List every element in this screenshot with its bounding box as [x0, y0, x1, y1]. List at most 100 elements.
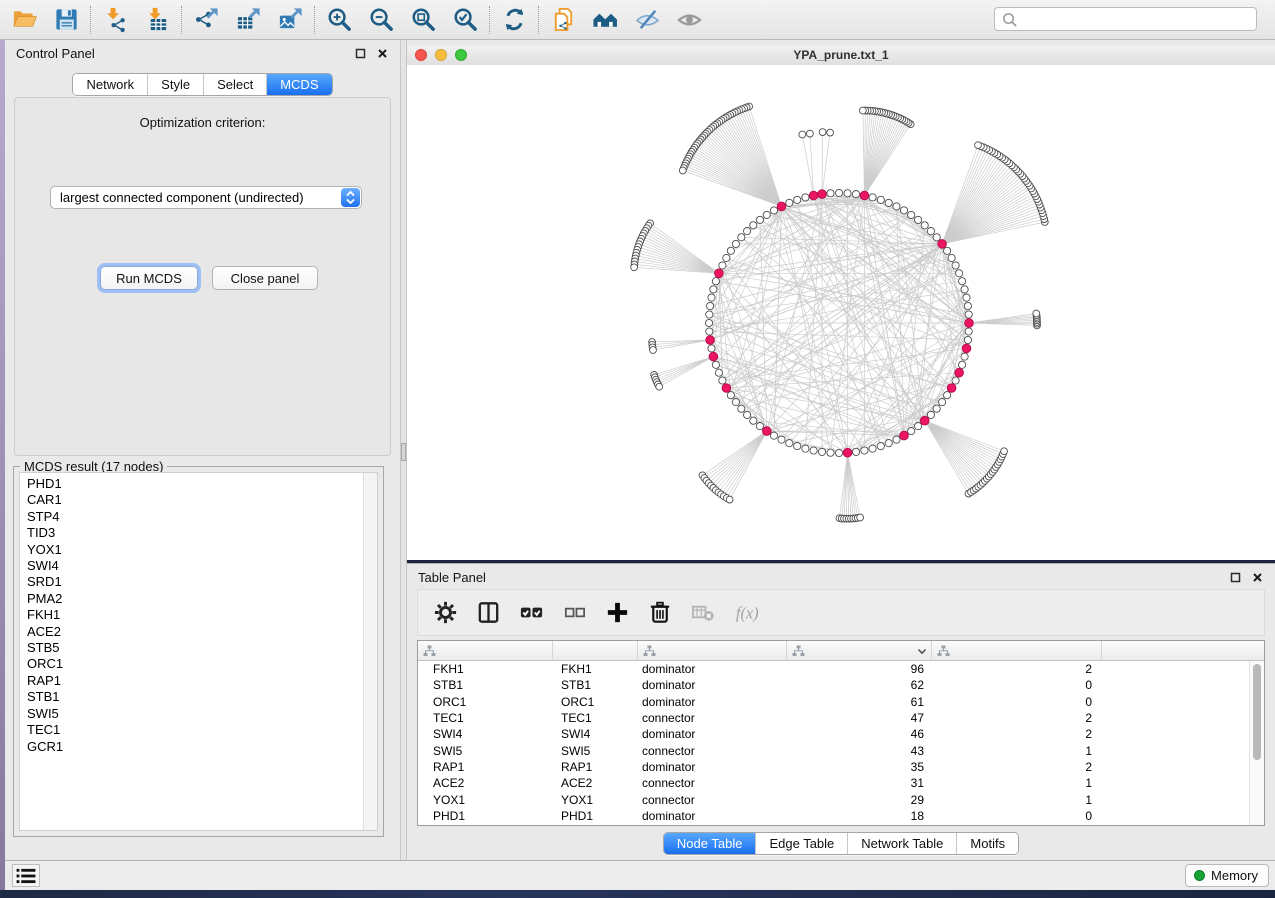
network-node[interactable]	[750, 222, 757, 229]
network-node[interactable]	[956, 270, 963, 277]
mcds-result-item[interactable]: ORC1	[27, 656, 377, 672]
network-node[interactable]	[719, 377, 726, 384]
search-input[interactable]	[1022, 9, 1256, 29]
network-node[interactable]	[756, 423, 763, 430]
minimize-light[interactable]	[435, 49, 447, 61]
network-node[interactable]	[706, 311, 713, 318]
network-canvas[interactable]	[407, 65, 1275, 560]
network-node[interactable]	[963, 294, 970, 301]
network-node[interactable]	[915, 423, 922, 430]
float-icon[interactable]	[354, 47, 367, 60]
column-header-MCDS-role[interactable]	[638, 641, 787, 660]
network-node[interactable]	[707, 302, 714, 309]
mcds-result-item[interactable]: STB1	[27, 689, 377, 705]
network-node[interactable]	[885, 199, 892, 206]
mcds-result-item[interactable]: SWI5	[27, 706, 377, 722]
network-node[interactable]	[750, 417, 757, 424]
tab-mcds[interactable]: MCDS	[266, 74, 331, 95]
mcds-result-item[interactable]: TID3	[27, 525, 377, 541]
network-node[interactable]	[861, 447, 868, 454]
network-node[interactable]	[885, 440, 892, 447]
network-graph[interactable]	[407, 65, 1275, 560]
network-node[interactable]	[827, 449, 834, 456]
network-node[interactable]	[712, 278, 719, 285]
network-node[interactable]	[857, 514, 864, 521]
export-table-icon[interactable]	[231, 4, 265, 36]
zoom-light[interactable]	[455, 49, 467, 61]
table-row[interactable]: PHD1PHD1dominator180	[418, 808, 1250, 824]
network-node[interactable]	[727, 392, 734, 399]
network-node[interactable]	[961, 286, 968, 293]
network-hub-node[interactable]	[843, 448, 852, 457]
network-node[interactable]	[770, 207, 777, 214]
network-node[interactable]	[844, 190, 851, 197]
network-node[interactable]	[959, 278, 966, 285]
mcds-result-item[interactable]: STB5	[27, 640, 377, 656]
network-node[interactable]	[631, 264, 638, 271]
mcds-result-item[interactable]: RAP1	[27, 673, 377, 689]
network-node[interactable]	[786, 199, 793, 206]
network-node[interactable]	[964, 336, 971, 343]
close-icon[interactable]	[1251, 571, 1264, 584]
network-node[interactable]	[893, 436, 900, 443]
network-hub-node[interactable]	[763, 427, 772, 436]
network-node[interactable]	[770, 432, 777, 439]
column-header-successor-nodes[interactable]	[787, 641, 932, 660]
export-network-icon[interactable]	[189, 4, 223, 36]
network-node[interactable]	[952, 262, 959, 269]
zoom-selected-icon[interactable]	[448, 4, 482, 36]
network-node[interactable]	[732, 240, 739, 247]
table-row[interactable]: STB1STB1dominator620	[418, 677, 1250, 693]
network-hub-node[interactable]	[722, 384, 731, 393]
network-node[interactable]	[952, 377, 959, 384]
zoom-in-icon[interactable]	[322, 4, 356, 36]
network-node[interactable]	[818, 448, 825, 455]
settings-gear-icon[interactable]	[430, 598, 460, 628]
network-hub-node[interactable]	[962, 344, 971, 353]
table-row[interactable]: ACE2ACE2connector311	[418, 775, 1250, 791]
eye-icon[interactable]	[672, 4, 706, 36]
close-icon[interactable]	[376, 47, 389, 60]
delete-trash-icon[interactable]	[645, 598, 675, 628]
mcds-result-list[interactable]: PHD1CAR1STP4TID3YOX1SWI4SRD1PMA2FKH1ACE2…	[19, 472, 378, 831]
mcds-result-item[interactable]: YOX1	[27, 542, 377, 558]
network-node[interactable]	[915, 216, 922, 223]
network-hub-node[interactable]	[920, 416, 929, 425]
table-row[interactable]: YOX1YOX1connector291	[418, 791, 1250, 807]
network-node[interactable]	[807, 130, 814, 137]
network-node[interactable]	[827, 129, 834, 136]
memory-button[interactable]: Memory	[1185, 864, 1269, 887]
network-node[interactable]	[786, 440, 793, 447]
float-icon[interactable]	[1229, 571, 1242, 584]
network-node[interactable]	[965, 328, 972, 335]
table-row[interactable]: ORC1ORC1dominator610	[418, 694, 1250, 710]
table-row[interactable]: SWI5SWI5connector431	[418, 742, 1250, 758]
table-row[interactable]: TEC1TEC1connector472	[418, 710, 1250, 726]
network-node[interactable]	[712, 361, 719, 368]
network-node[interactable]	[738, 405, 745, 412]
table-tab-motifs[interactable]: Motifs	[956, 833, 1018, 854]
network-node[interactable]	[948, 254, 955, 261]
network-hub-node[interactable]	[709, 352, 718, 361]
column-header-name[interactable]	[553, 641, 638, 660]
close-light[interactable]	[415, 49, 427, 61]
close-panel-button[interactable]: Close panel	[212, 266, 318, 290]
table-row[interactable]: SWI4SWI4dominator462	[418, 726, 1250, 742]
column-header-shared-name[interactable]	[418, 641, 553, 660]
mcds-result-item[interactable]: CAR1	[27, 492, 377, 508]
network-node[interactable]	[727, 247, 734, 254]
network-hub-node[interactable]	[938, 240, 947, 249]
table-row[interactable]: FKH1FKH1dominator962	[418, 661, 1250, 677]
tab-select[interactable]: Select	[203, 74, 266, 95]
panel-list-button[interactable]	[12, 864, 40, 887]
vertical-splitter[interactable]	[400, 40, 407, 860]
network-node[interactable]	[933, 234, 940, 241]
tab-network[interactable]: Network	[73, 74, 147, 95]
splitter-handle[interactable]	[401, 443, 406, 461]
table-scrollbar-thumb[interactable]	[1253, 664, 1261, 760]
network-node[interactable]	[965, 311, 972, 318]
network-node[interactable]	[778, 436, 785, 443]
zoom-out-icon[interactable]	[364, 4, 398, 36]
tab-style[interactable]: Style	[147, 74, 203, 95]
network-node[interactable]	[908, 428, 915, 435]
